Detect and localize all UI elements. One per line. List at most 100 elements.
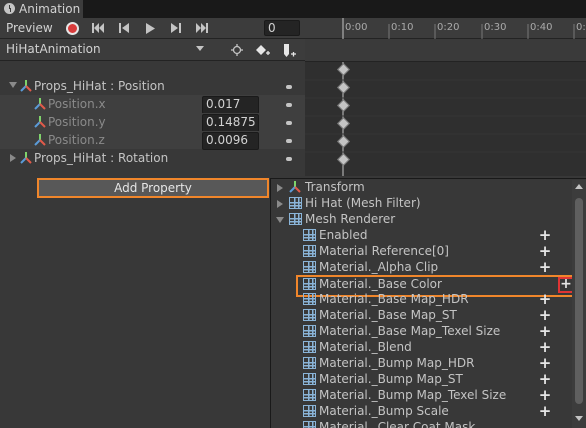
add-icon[interactable]: +	[538, 292, 552, 307]
popup-item[interactable]: Material._Base Map_Texel Size +	[271, 324, 571, 340]
options-dot-icon[interactable]	[286, 103, 292, 107]
mesh-renderer-icon	[303, 325, 316, 337]
clip-dropdown[interactable]: HiHatAnimation	[2, 41, 208, 58]
options-dot-icon[interactable]	[286, 139, 292, 143]
scroll-down-arrow-icon[interactable]	[572, 413, 586, 423]
mesh-renderer-icon	[303, 389, 316, 401]
add-icon[interactable]: +	[538, 372, 552, 387]
popup-item[interactable]: Material._Blend +	[271, 340, 571, 356]
add-icon[interactable]: +	[538, 404, 552, 419]
popup-item-label: Material._Base Map_Texel Size	[319, 324, 501, 338]
mesh-renderer-icon	[303, 357, 316, 369]
window-tab-bar: Animation	[0, 0, 586, 18]
value-field-y[interactable]: 0.14875	[202, 114, 259, 132]
options-dot-icon[interactable]	[286, 157, 292, 161]
mesh-renderer-icon	[303, 245, 316, 257]
tick-label: 0:30	[484, 22, 507, 33]
add-event-button[interactable]	[278, 41, 300, 59]
group-mesh-renderer[interactable]: Mesh Renderer	[271, 212, 571, 228]
expand-arrow-icon[interactable]	[276, 217, 284, 223]
add-icon[interactable]: +	[538, 340, 552, 355]
value-field-z[interactable]: 0.0096	[202, 132, 259, 150]
property-row-position[interactable]: Props_HiHat : Position	[0, 77, 305, 95]
popup-item[interactable]: Material._Bump Map_HDR +	[271, 356, 571, 372]
popup-item-label: Material._Bump Map_Texel Size	[319, 388, 507, 402]
property-row-position-z[interactable]: Position.z 0.0096	[0, 131, 305, 150]
play-button[interactable]	[139, 19, 161, 37]
popup-item[interactable]: Material._Bump Map_Texel Size +	[271, 388, 571, 404]
transform-icon	[34, 134, 46, 146]
animation-clock-icon	[4, 3, 15, 14]
popup-item[interactable]: Material._Bump Map_ST +	[271, 372, 571, 388]
tick-label: 0:00	[345, 22, 368, 33]
add-icon[interactable]: +	[538, 260, 552, 275]
add-event-icon	[284, 43, 296, 57]
mesh-renderer-icon	[303, 293, 316, 305]
collapse-arrow-icon[interactable]	[277, 200, 283, 208]
record-icon	[65, 21, 79, 35]
property-row-position-x[interactable]: Position.x 0.017	[0, 95, 305, 114]
group-label: Hi Hat (Mesh Filter)	[305, 196, 421, 210]
popup-item[interactable]: Material._Base Map_ST +	[271, 308, 571, 324]
popup-item[interactable]: Material Reference[0] +	[271, 244, 571, 260]
animation-tab-label: Animation	[19, 2, 81, 16]
popup-item-label: Material._Base Color	[319, 277, 442, 291]
add-icon[interactable]: +	[538, 324, 552, 339]
popup-item-label: Enabled	[319, 228, 368, 242]
collapse-arrow-icon[interactable]	[10, 154, 16, 162]
group-transform[interactable]: Transform	[271, 180, 571, 196]
popup-item-label: Material Reference[0]	[319, 244, 449, 258]
options-dot-icon[interactable]	[286, 85, 292, 89]
popup-item[interactable]: Material._Base Map_HDR +	[271, 292, 571, 308]
property-row-position-y[interactable]: Position.y 0.14875	[0, 113, 305, 132]
popup-item[interactable]: Material._Alpha Clip +	[271, 260, 571, 276]
mesh-filter-icon	[289, 197, 302, 209]
popup-item[interactable]: Material._Clear Coat Mask	[271, 420, 571, 428]
keyframe-target-button[interactable]	[226, 41, 248, 59]
add-icon[interactable]: +	[538, 228, 552, 243]
first-keyframe-button[interactable]	[87, 19, 109, 37]
timeline-ruler[interactable]: 0:00 0:10 0:20 0:30 0:40 0:50	[305, 18, 586, 39]
collapse-arrow-icon[interactable]	[277, 184, 283, 192]
mesh-renderer-icon	[303, 261, 316, 273]
transform-icon	[289, 181, 301, 193]
tick-label: 0:40	[530, 22, 553, 33]
value-field-x[interactable]: 0.017	[202, 96, 259, 114]
step-forward-icon	[171, 23, 181, 33]
popup-scrollbar[interactable]	[572, 180, 586, 428]
scroll-up-arrow-icon[interactable]	[572, 182, 586, 192]
tick-label: 0:20	[437, 22, 460, 33]
next-keyframe-button[interactable]	[165, 19, 187, 37]
mesh-renderer-icon	[303, 341, 316, 353]
preview-button[interactable]: Preview	[2, 19, 62, 37]
add-icon[interactable]: +	[538, 388, 552, 403]
mesh-renderer-icon	[303, 373, 316, 385]
group-mesh-filter[interactable]: Hi Hat (Mesh Filter)	[271, 196, 571, 212]
record-button[interactable]	[60, 19, 84, 37]
property-label: Position.z	[48, 133, 105, 147]
last-keyframe-button[interactable]	[191, 19, 213, 37]
group-label: Mesh Renderer	[305, 212, 396, 226]
popup-item[interactable]: Enabled +	[271, 228, 571, 244]
popup-item-label: Material._Base Map_HDR	[319, 292, 469, 306]
add-icon[interactable]: +	[538, 244, 552, 259]
options-dot-icon[interactable]	[286, 121, 292, 125]
add-icon[interactable]: +	[538, 308, 552, 323]
clip-bar: HiHatAnimation	[0, 39, 305, 61]
property-row-rotation[interactable]: Props_HiHat : Rotation	[0, 149, 305, 167]
scrollbar-thumb[interactable]	[575, 198, 583, 404]
previous-keyframe-button[interactable]	[113, 19, 135, 37]
clip-name: HiHatAnimation	[6, 42, 101, 56]
frame-field[interactable]: 0	[264, 20, 300, 36]
mesh-renderer-icon	[289, 213, 302, 225]
popup-item-label: Material._Alpha Clip	[319, 260, 439, 274]
expand-arrow-icon[interactable]	[9, 82, 17, 88]
transform-icon	[20, 152, 32, 164]
add-keyframe-button[interactable]	[252, 41, 274, 59]
popup-item-label: Material._Clear Coat Mask	[319, 420, 476, 428]
popup-item[interactable]: Material._Bump Scale +	[271, 404, 571, 420]
animation-tab[interactable]: Animation	[0, 0, 84, 18]
add-icon[interactable]: +	[538, 356, 552, 371]
add-property-button[interactable]: Add Property	[37, 178, 269, 198]
property-label: Position.y	[48, 115, 106, 129]
